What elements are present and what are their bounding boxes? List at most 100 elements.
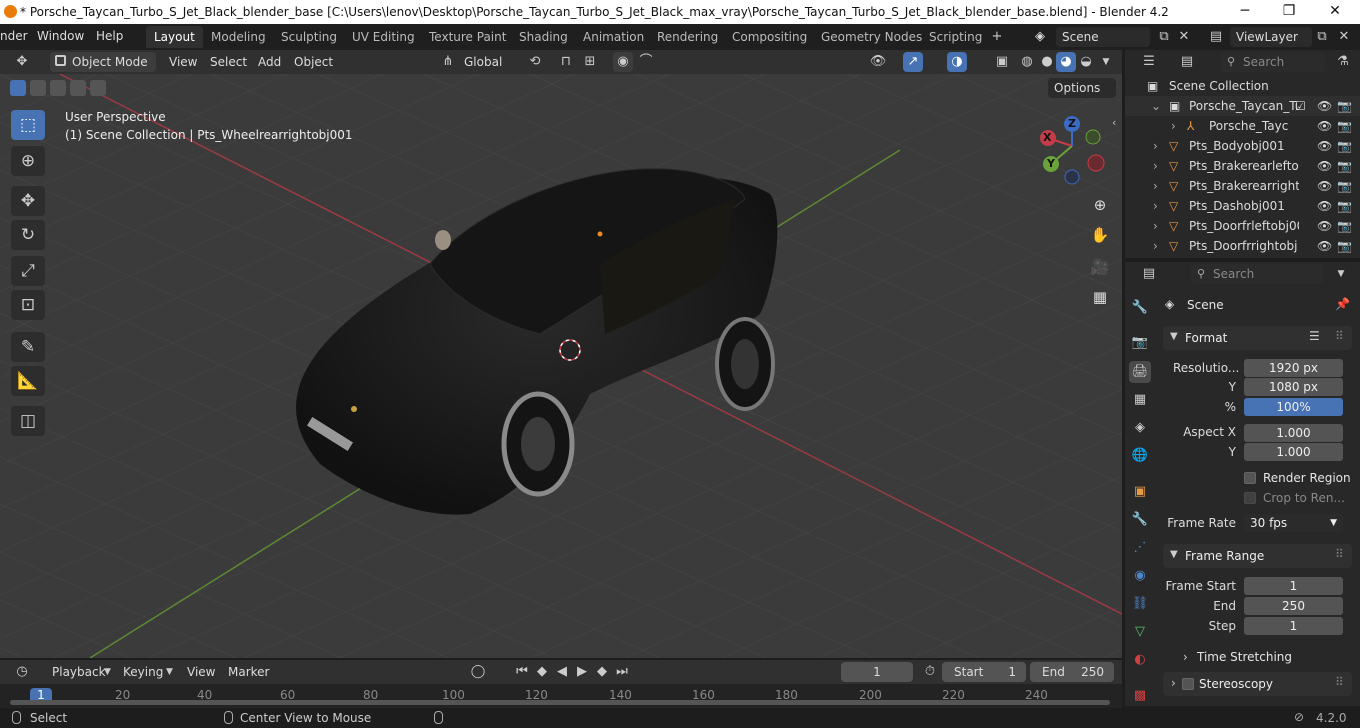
ortho-grid-icon[interactable]: ▦ [1087, 284, 1113, 310]
camera-icon[interactable]: 📷 [1337, 216, 1352, 236]
menu-render[interactable]: nder [0, 29, 28, 43]
particles-tab-icon[interactable]: ⋰ [1129, 537, 1151, 559]
chevron-right-icon[interactable]: › [1153, 216, 1158, 236]
tab-sculpting[interactable]: Sculpting [273, 26, 345, 48]
render-region-checkbox[interactable] [1244, 472, 1256, 484]
add-cube-tool-icon[interactable]: ◫ [11, 406, 45, 436]
time-stretching-subpanel[interactable]: Time Stretching [1197, 650, 1292, 664]
wireframe-shading-icon[interactable]: ◍ [1017, 52, 1037, 72]
snap-icon[interactable]: ⊓ [556, 52, 576, 72]
proportional-edit-icon[interactable]: ◉ [613, 52, 633, 72]
pan-hand-icon[interactable]: ✋ [1087, 222, 1113, 248]
tab-modeling[interactable]: Modeling [203, 26, 274, 48]
new-scene-icon[interactable]: ⧉ [1154, 27, 1174, 47]
solid-shading-icon[interactable]: ● [1037, 52, 1057, 72]
physics-tab-icon[interactable]: ◉ [1129, 565, 1151, 587]
chevron-right-icon[interactable]: › [1183, 650, 1188, 664]
output-tab-icon[interactable]: 🖨 [1129, 361, 1151, 383]
options-dropdown[interactable]: Options [1048, 78, 1116, 98]
measure-tool-icon[interactable]: 📐 [11, 366, 45, 396]
scale-tool-icon[interactable]: ⤢ [11, 256, 45, 286]
timeline-area[interactable]: 1 20 40 60 80 100 120 140 160 180 200 22… [0, 684, 1122, 708]
camera-icon[interactable]: 📷 [1337, 236, 1352, 256]
start-frame-field[interactable]: Start 1 [942, 662, 1026, 682]
3d-viewport[interactable]: User Perspective (1) Scene Collection | … [0, 74, 1122, 658]
tab-rendering[interactable]: Rendering [649, 26, 726, 48]
chevron-down-icon[interactable]: ⌄ [1151, 96, 1161, 116]
eye-icon[interactable]: 👁 [1317, 176, 1332, 196]
eye-icon[interactable]: 👁 [1317, 116, 1332, 136]
chevron-right-icon[interactable]: › [1153, 196, 1158, 216]
select-new-icon[interactable] [10, 80, 26, 96]
tab-uv-editing[interactable]: UV Editing [344, 26, 423, 48]
world-tab-icon[interactable]: 🌐 [1129, 445, 1151, 467]
eye-icon[interactable]: 👁 [1317, 236, 1332, 256]
pivot-point-icon[interactable]: ⟲ [525, 52, 545, 72]
scene-icon[interactable]: ◈ [1030, 27, 1050, 47]
scene-tab-icon[interactable]: ◈ [1129, 417, 1151, 439]
drag-handle-icon[interactable]: ⠿ [1335, 675, 1344, 689]
checkbox-icon[interactable]: ☑ [1295, 96, 1306, 116]
tool-tab-icon[interactable]: 🔧 [1129, 297, 1151, 319]
auto-keying-icon[interactable]: ◯ [468, 662, 488, 682]
tab-animation[interactable]: Animation [575, 26, 652, 48]
jump-keyframe-back-icon[interactable]: ◆ [532, 662, 552, 682]
frame-range-panel-header[interactable]: Frame Range [1163, 544, 1352, 568]
snap-target-icon[interactable]: ⊞ [580, 52, 600, 72]
annotate-tool-icon[interactable]: ✎ [11, 332, 45, 362]
modifier-tab-icon[interactable]: 🔧 [1129, 509, 1151, 531]
transform-tool-icon[interactable]: ⊡ [11, 290, 45, 320]
select-extend-icon[interactable] [30, 80, 46, 96]
material-tab-icon[interactable]: ◐ [1129, 649, 1151, 671]
tab-shading[interactable]: Shading [511, 26, 576, 48]
presets-list-icon[interactable]: ☰ [1309, 329, 1320, 343]
rendered-shading-icon[interactable]: ◒ [1076, 52, 1096, 72]
tab-geometry-nodes[interactable]: Geometry Nodes [813, 26, 930, 48]
chevron-right-icon[interactable]: › [1171, 116, 1176, 136]
pin-icon[interactable]: 📌 [1335, 297, 1350, 311]
eye-icon[interactable]: 👁 [1317, 156, 1332, 176]
orientation-selector[interactable]: Global [458, 52, 514, 72]
outliner-display-mode-icon[interactable]: ▤ [1177, 52, 1197, 72]
drag-handle-icon[interactable]: ⠿ [1335, 329, 1344, 343]
menu-help[interactable]: Help [96, 29, 123, 43]
outliner-row-scene-collection[interactable]: ▣ Scene Collection [1125, 76, 1360, 96]
current-frame-field[interactable]: 1 [841, 662, 913, 682]
frame-end-field[interactable]: 250 [1244, 597, 1343, 615]
eye-icon[interactable]: 👁 [1317, 96, 1332, 116]
xray-icon[interactable]: ▣ [992, 52, 1012, 72]
camera-icon[interactable]: 📷 [1337, 176, 1352, 196]
outliner-row[interactable]: › ▽ Pts_Brakerearleftob 👁 📷 [1125, 156, 1360, 176]
crop-checkbox[interactable] [1244, 492, 1256, 504]
cursor-tool-icon[interactable]: ⊕ [11, 146, 45, 176]
outliner-filter-icon[interactable]: ⚗ [1333, 52, 1353, 72]
view-layer-selector[interactable]: ViewLayer [1230, 27, 1312, 47]
view-layer-icon[interactable]: ▤ [1206, 27, 1226, 47]
gizmo-toggle-icon[interactable]: ↗ [903, 52, 923, 72]
chevron-right-icon[interactable]: › [1153, 156, 1158, 176]
zoom-icon[interactable]: ⊕ [1087, 192, 1113, 218]
stereoscopy-checkbox[interactable] [1182, 678, 1194, 690]
select-box-tool-icon[interactable]: ⬚ [11, 110, 45, 140]
select-intersect-icon[interactable] [90, 80, 106, 96]
select-subtract-icon[interactable] [50, 80, 66, 96]
jump-keyframe-forward-icon[interactable]: ◆ [592, 662, 612, 682]
select-invert-icon[interactable] [70, 80, 86, 96]
resolution-percent-field[interactable]: 100% [1244, 398, 1343, 416]
eye-icon[interactable]: 👁 [1317, 196, 1332, 216]
chevron-right-icon[interactable]: › [1153, 176, 1158, 196]
minimize-button[interactable]: ─ [1222, 0, 1268, 24]
menu-keying[interactable]: Keying [123, 665, 163, 679]
move-tool-icon[interactable]: ✥ [11, 186, 45, 216]
falloff-icon[interactable]: ⌒ [636, 52, 656, 72]
eye-icon[interactable]: 👁 [1317, 136, 1332, 156]
outliner-row[interactable]: › ▽ Pts_Bodyobj001 👁 📷 [1125, 136, 1360, 156]
object-tab-icon[interactable]: ▣ [1129, 481, 1151, 503]
camera-icon[interactable]: 📷 [1337, 196, 1352, 216]
camera-icon[interactable]: 📷 [1337, 96, 1352, 116]
menu-add[interactable]: Add [258, 55, 281, 69]
camera-icon[interactable]: 📷 [1337, 136, 1352, 156]
delete-view-layer-icon[interactable]: ✕ [1334, 27, 1354, 47]
camera-icon[interactable]: 📷 [1337, 156, 1352, 176]
aspect-y-field[interactable]: 1.000 [1244, 443, 1343, 461]
